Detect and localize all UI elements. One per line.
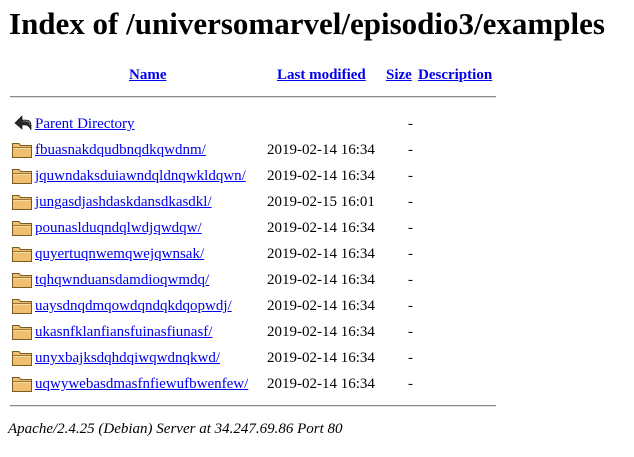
- entry-size: -: [408, 246, 413, 262]
- directory-entry-link[interactable]: uqwywebasdmasfnfiewufbwenfew/: [35, 375, 248, 393]
- directory-entry-row: jungasdjashdaskdansdkasdkl/2019-02-15 16…: [0, 189, 634, 215]
- directory-entry-row: quyertuqnwemqwejqwnsak/2019-02-14 16:34 -: [0, 241, 634, 267]
- directory-entry-link[interactable]: unyxbajksdqhdqiwqwdnqkwd/: [35, 349, 220, 367]
- directory-entry-row: uaysdnqdmqowdqndqkdqopwdj/2019-02-14 16:…: [0, 293, 634, 319]
- directory-entry-link[interactable]: fbuasnakdqudbnqdkqwdnm/: [35, 141, 206, 159]
- folder-icon[interactable]: [11, 139, 33, 159]
- entry-last-modified: 2019-02-14 16:34: [267, 142, 375, 158]
- column-header-size[interactable]: Size: [386, 66, 412, 84]
- entry-last-modified: 2019-02-14 16:34: [267, 350, 375, 366]
- directory-listing-page: Index of /universomarvel/episodio3/examp…: [0, 0, 634, 457]
- directory-entry-link[interactable]: ukasnfklanfiansfuinasfiunasf/: [35, 323, 212, 341]
- directory-entry-row: uqwywebasdmasfnfiewufbwenfew/2019-02-14 …: [0, 371, 634, 397]
- entry-last-modified: 2019-02-14 16:34: [267, 298, 375, 314]
- entry-size: -: [408, 350, 413, 366]
- folder-icon[interactable]: [11, 191, 33, 211]
- entry-last-modified: 2019-02-14 16:34: [267, 376, 375, 392]
- entry-last-modified: 2019-02-14 16:34: [267, 324, 375, 340]
- server-signature: Apache/2.4.25 (Debian) Server at 34.247.…: [8, 421, 343, 437]
- column-header-description[interactable]: Description: [418, 66, 492, 84]
- directory-entry-row: jquwndaksduiawndqldnqwkldqwn/2019-02-14 …: [0, 163, 634, 189]
- footer-divider: [10, 405, 496, 407]
- directory-entry-link[interactable]: uaysdnqdmqowdqndqkdqopwdj/: [35, 297, 232, 315]
- folder-icon[interactable]: [11, 373, 33, 393]
- parent-directory-link[interactable]: Parent Directory: [35, 115, 135, 133]
- folder-icon[interactable]: [11, 269, 33, 289]
- directory-entry-link[interactable]: tqhqwnduansdamdioqwmdq/: [35, 271, 209, 289]
- back-arrow-icon[interactable]: [11, 113, 33, 133]
- entry-size: -: [408, 220, 413, 236]
- entry-size: -: [408, 272, 413, 288]
- entry-last-modified: 2019-02-14 16:34: [267, 220, 375, 236]
- column-header-last-modified[interactable]: Last modified: [277, 66, 366, 84]
- column-header-name[interactable]: Name: [129, 66, 167, 84]
- entry-size: -: [408, 168, 413, 184]
- folder-icon[interactable]: [11, 217, 33, 237]
- header-divider: [10, 96, 496, 98]
- directory-entry-row: fbuasnakdqudbnqdkqwdnm/2019-02-14 16:34 -: [0, 137, 634, 163]
- directory-entry-link[interactable]: quyertuqnwemqwejqwnsak/: [35, 245, 204, 263]
- entry-size: -: [408, 194, 413, 210]
- entry-size: -: [408, 142, 413, 158]
- parent-size: -: [408, 116, 413, 132]
- entry-last-modified: 2019-02-14 16:34: [267, 272, 375, 288]
- entry-last-modified: 2019-02-14 16:34: [267, 246, 375, 262]
- folder-icon[interactable]: [11, 165, 33, 185]
- folder-icon[interactable]: [11, 347, 33, 367]
- entry-size: -: [408, 298, 413, 314]
- directory-entry-link[interactable]: jquwndaksduiawndqldnqwkldqwn/: [35, 167, 246, 185]
- entry-size: -: [408, 324, 413, 340]
- entry-size: -: [408, 376, 413, 392]
- folder-icon[interactable]: [11, 321, 33, 341]
- directory-entry-link[interactable]: pounaslduqndqlwdjqwdqw/: [35, 219, 202, 237]
- directory-entry-row: unyxbajksdqhdqiwqwdnqkwd/2019-02-14 16:3…: [0, 345, 634, 371]
- parent-directory-row: Parent Directory -: [0, 111, 634, 137]
- directory-entry-row: pounaslduqndqlwdjqwdqw/2019-02-14 16:34 -: [0, 215, 634, 241]
- page-title: Index of /universomarvel/episodio3/examp…: [9, 6, 605, 41]
- directory-entry-row: ukasnfklanfiansfuinasfiunasf/2019-02-14 …: [0, 319, 634, 345]
- folder-icon[interactable]: [11, 295, 33, 315]
- directory-entry-link[interactable]: jungasdjashdaskdansdkasdkl/: [35, 193, 212, 211]
- folder-icon[interactable]: [11, 243, 33, 263]
- directory-entry-row: tqhqwnduansdamdioqwmdq/2019-02-14 16:34 -: [0, 267, 634, 293]
- entry-last-modified: 2019-02-15 16:01: [267, 194, 375, 210]
- entry-last-modified: 2019-02-14 16:34: [267, 168, 375, 184]
